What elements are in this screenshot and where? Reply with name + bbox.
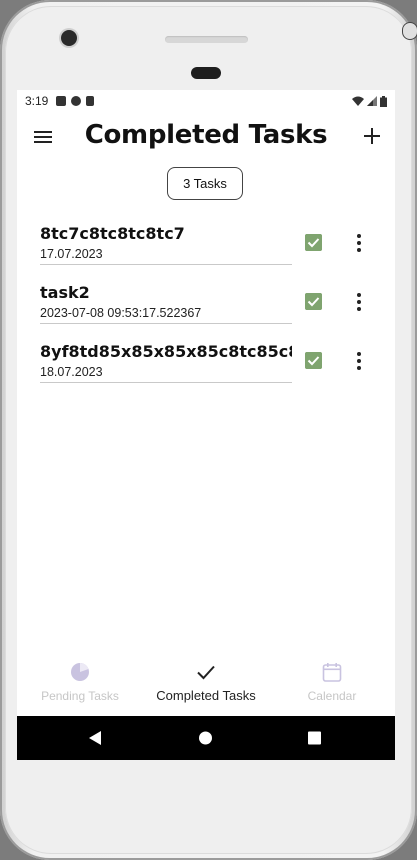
task-title: 8yf8td85x85x85x85c8tc85c85c <box>40 342 292 361</box>
task-date: 17.07.2023 <box>40 247 103 261</box>
task-date: 2023-07-08 09:53:17.522367 <box>40 306 202 320</box>
app-screen: 3:19 Completed Tasks 3 Tasks 8tc7c8tc8tc… <box>17 90 395 760</box>
task-text: 8tc7c8tc8tc8tc7 17.07.2023 <box>40 224 292 265</box>
bottom-navigation: Pending Tasks Completed Tasks Calendar <box>17 658 395 716</box>
power-button[interactable] <box>402 22 417 40</box>
wifi-icon <box>352 96 364 106</box>
completed-checkbox-icon[interactable] <box>305 352 322 369</box>
checkmark-icon <box>197 665 215 680</box>
nav-calendar[interactable]: Calendar <box>269 658 395 716</box>
pie-chart-icon <box>71 663 89 681</box>
task-count-badge[interactable]: 3 Tasks <box>167 167 243 200</box>
nav-label: Completed Tasks <box>156 688 256 703</box>
back-icon[interactable] <box>88 730 103 746</box>
task-title: 8tc7c8tc8tc8tc7 <box>40 224 185 243</box>
completed-checkbox-icon[interactable] <box>305 293 322 310</box>
app-notification-icon <box>56 96 67 106</box>
nav-label: Calendar <box>307 689 357 703</box>
task-row[interactable]: 8tc7c8tc8tc8tc7 17.07.2023 <box>17 216 395 275</box>
page-title: Completed Tasks <box>84 120 328 150</box>
task-list: 8tc7c8tc8tc8tc7 17.07.2023 task2 2023-07… <box>17 216 395 393</box>
battery-icon <box>380 95 387 107</box>
cell-signal-icon <box>367 96 377 106</box>
proximity-sensor <box>191 67 221 79</box>
front-camera-icon <box>61 30 77 46</box>
task-row[interactable]: task2 2023-07-08 09:53:17.522367 <box>17 275 395 334</box>
nav-completed-tasks[interactable]: Completed Tasks <box>143 658 269 716</box>
task-title: task2 <box>40 283 90 302</box>
status-bar: 3:19 <box>17 90 395 112</box>
notification-icons <box>56 96 95 106</box>
speaker-grill <box>165 36 248 43</box>
task-row[interactable]: 8yf8td85x85x85x85c8tc85c85c 18.07.2023 <box>17 334 395 393</box>
system-status-icons <box>352 95 387 107</box>
task-date: 18.07.2023 <box>40 365 103 379</box>
nav-pending-tasks[interactable]: Pending Tasks <box>17 658 143 716</box>
plus-icon[interactable] <box>361 125 383 147</box>
calendar-icon <box>322 663 342 682</box>
more-options-icon[interactable] <box>351 351 367 371</box>
phone-frame: 3:19 Completed Tasks 3 Tasks 8tc7c8tc8tc… <box>0 0 417 860</box>
home-icon[interactable] <box>198 730 213 746</box>
more-options-icon[interactable] <box>351 292 367 312</box>
task-text: task2 2023-07-08 09:53:17.522367 <box>40 283 292 324</box>
nav-label: Pending Tasks <box>41 689 119 703</box>
app-notification-icon <box>71 96 82 106</box>
app-bar: Completed Tasks <box>17 112 395 162</box>
completed-checkbox-icon[interactable] <box>305 234 322 251</box>
status-time: 3:19 <box>25 94 49 108</box>
sd-card-icon <box>86 96 95 106</box>
task-text: 8yf8td85x85x85x85c8tc85c85c 18.07.2023 <box>40 342 292 383</box>
system-navigation-bar <box>17 716 395 760</box>
recents-icon[interactable] <box>307 730 322 746</box>
more-options-icon[interactable] <box>351 233 367 253</box>
